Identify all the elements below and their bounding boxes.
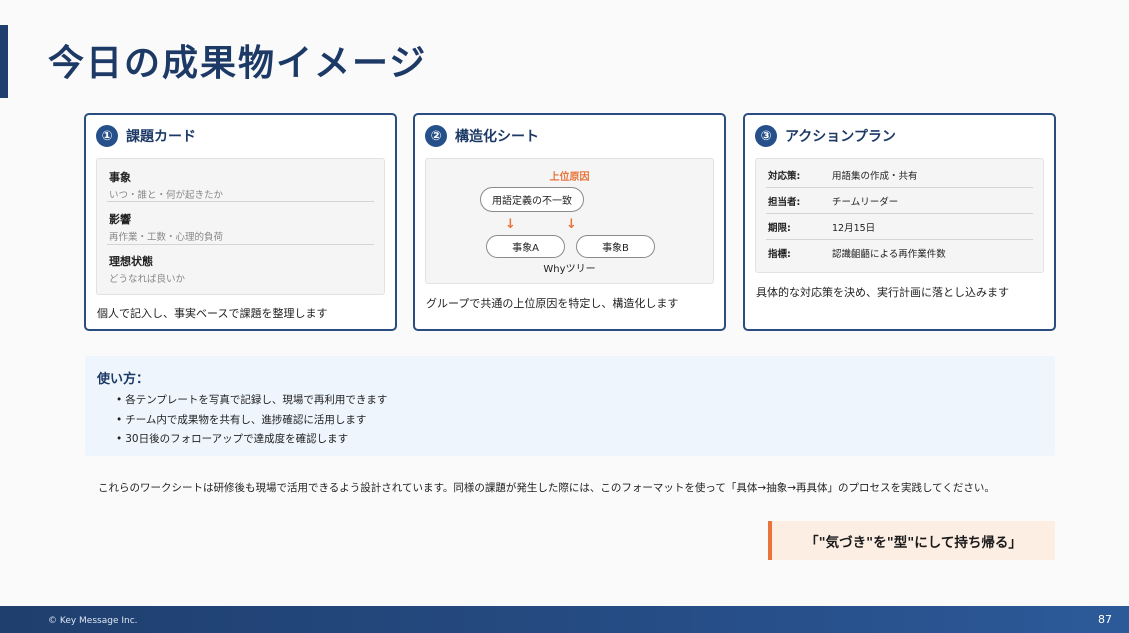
issue-field-hint: いつ・誰と・何が起きたか (109, 190, 224, 201)
usage-item: • チーム内で成果物を共有し、進捗確認に活用します (116, 411, 387, 431)
issue-field-hint: 再作業・工数・心理的負荷 (109, 232, 224, 243)
card-header: ③ アクションプラン (755, 125, 896, 147)
action-value: 12月15日 (832, 222, 876, 234)
issue-field-title: 理想状態 (109, 255, 153, 268)
action-label: 指標: (768, 249, 791, 260)
summary-note: これらのワークシートは研修後も現場で活用できるよう設計されています。同様の課題が… (98, 482, 995, 494)
why-tree-box: 上位原因 用語定義の不一致 ↓ ↓ 事象A 事象B Whyツリー (425, 158, 714, 284)
page-title: 今日の成果物イメージ (48, 43, 428, 84)
card-title: 構造化シート (455, 129, 539, 145)
card-header: ② 構造化シート (425, 125, 539, 147)
action-value: 認識齟齬による再作業件数 (832, 249, 946, 260)
usage-item-text: チーム内で成果物を共有し、進捗確認に活用します (125, 413, 367, 426)
action-value: 用語集の作成・共有 (832, 170, 918, 182)
action-row: 対応策: 用語集の作成・共有 (766, 162, 1033, 188)
bullet-icon: • (116, 394, 123, 406)
issue-field-title: 事象 (109, 171, 131, 184)
root-cause-node: 用語定義の不一致 (480, 187, 584, 212)
usage-panel: 使い方： • 各テンプレートを写真で記録し、現場で再利用できます • チーム内で成果… (85, 356, 1055, 456)
action-label: 対応策: (768, 170, 801, 182)
bullet-icon: • (116, 413, 123, 426)
issue-card: ① 課題カード 事象 いつ・誰と・何が起きたか 影響 再作業・工数・心理的負荷 … (84, 113, 397, 331)
card-number-badge: ① (96, 125, 118, 147)
arrow-down-icon: ↓ (505, 217, 516, 232)
card-title: 課題カード (126, 129, 196, 145)
key-message-callout: 「"気づき"を"型"にして持ち帰る」 (768, 521, 1055, 560)
why-tree-label: Whyツリー (543, 264, 596, 275)
usage-item: • 各テンプレートを写真で記録し、現場で再利用できます (116, 391, 387, 411)
card-title: アクションプラン (785, 129, 896, 145)
copyright: © Key Message Inc. (48, 616, 138, 626)
title-accent-bar (0, 25, 8, 98)
why-tree-diagram: 上位原因 用語定義の不一致 ↓ ↓ 事象A 事象B Whyツリー (426, 159, 713, 283)
action-label: 期限: (768, 222, 791, 234)
root-cause-label: 上位原因 (549, 172, 590, 183)
card-number-badge: ③ (755, 125, 777, 147)
footer-bar: © Key Message Inc. 87 (0, 606, 1129, 633)
issue-field: 理想状態 どうなれば良いか (97, 245, 384, 285)
card-description: 個人で記入し、事実ベースで課題を整理します (97, 307, 328, 320)
issue-fields-box: 事象 いつ・誰と・何が起きたか 影響 再作業・工数・心理的負荷 理想状態 どうな… (96, 158, 385, 295)
action-plan-table: 対応策: 用語集の作成・共有 担当者: チームリーダー 期限: 12月15日 指… (755, 158, 1044, 273)
action-row: 期限: 12月15日 (766, 214, 1033, 240)
issue-field: 事象 いつ・誰と・何が起きたか (97, 169, 384, 201)
action-label: 担当者: (768, 196, 801, 208)
action-value: チームリーダー (832, 196, 899, 208)
bullet-icon: • (116, 433, 123, 445)
card-header: ① 課題カード (96, 125, 196, 147)
action-plan-card: ③ アクションプラン 対応策: 用語集の作成・共有 担当者: チームリーダー 期… (743, 113, 1056, 331)
usage-list: • 各テンプレートを写真で記録し、現場で再利用できます • チーム内で成果物を共有し… (116, 391, 387, 450)
structure-card: ② 構造化シート 上位原因 用語定義の不一致 ↓ ↓ 事象A 事象B Whyツリ… (413, 113, 726, 331)
action-row: 担当者: チームリーダー (766, 188, 1033, 214)
event-b-node: 事象B (576, 235, 655, 258)
arrow-down-icon: ↓ (566, 217, 577, 232)
issue-field-hint: どうなれば良いか (109, 274, 186, 285)
card-number-badge: ② (425, 125, 447, 147)
action-row: 指標: 認識齟齬による再作業件数 (766, 240, 1033, 266)
card-description: グループで共通の上位原因を特定し、構造化します (426, 297, 679, 310)
issue-field: 影響 再作業・工数・心理的負荷 (97, 202, 384, 244)
event-a-node: 事象A (486, 235, 565, 258)
usage-item: • 30日後のフォローアップで達成度を確認します (116, 430, 387, 450)
usage-item-text: 30日後のフォローアップで達成度を確認します (125, 433, 349, 445)
issue-field-title: 影響 (109, 213, 131, 226)
card-description: 具体的な対応策を決め、実行計画に落とし込みます (756, 286, 1009, 299)
usage-item-text: 各テンプレートを写真で記録し、現場で再利用できます (125, 394, 388, 406)
usage-title: 使い方： (97, 372, 150, 387)
page-number: 87 (1098, 613, 1112, 626)
